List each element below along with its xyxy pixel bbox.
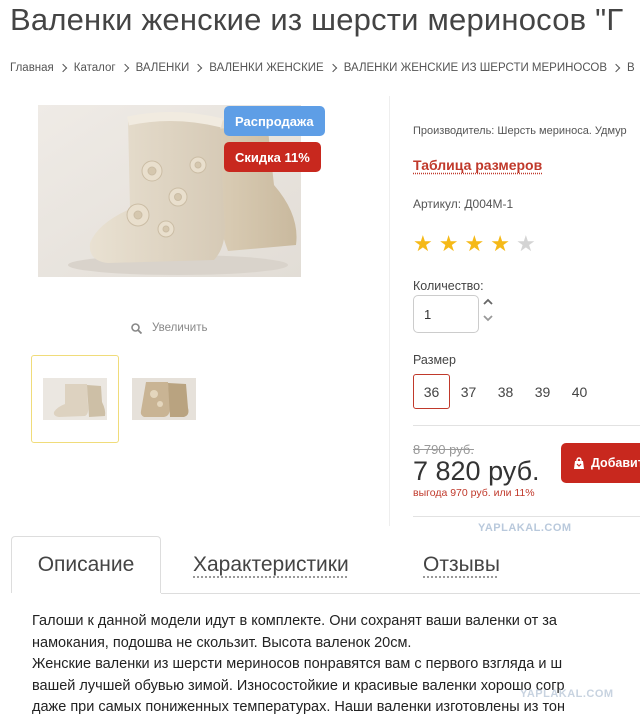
star-icon[interactable]: ★: [464, 233, 484, 255]
breadcrumb-home[interactable]: Главная: [10, 62, 54, 74]
quantity-stepper[interactable]: [483, 297, 493, 323]
description-line: Женские валенки из шерсти мериносов понр…: [32, 656, 563, 672]
tab-label: Характеристики: [193, 552, 349, 576]
size-selector: 36 37 38 39 40: [413, 374, 598, 409]
rating-stars[interactable]: ★ ★ ★ ★ ★: [413, 233, 536, 255]
tabs-underline: [161, 593, 640, 594]
zoom-label: Увеличить: [152, 322, 208, 334]
tab-reviews[interactable]: Отзывы: [423, 536, 500, 593]
quantity-input[interactable]: [413, 295, 479, 333]
tab-label: Описание: [37, 553, 135, 576]
breadcrumb-valenki[interactable]: ВАЛЕНКИ: [136, 62, 190, 74]
breadcrumb-valenki-merino[interactable]: ВАЛЕНКИ ЖЕНСКИЕ ИЗ ШЕРСТИ МЕРИНОСОВ: [344, 62, 607, 74]
chevron-right-icon: [194, 63, 203, 73]
description-line: Галоши к данной модели идут в комплекте.…: [32, 613, 557, 629]
star-icon[interactable]: ★: [490, 233, 510, 255]
quantity-label: Количество:: [413, 279, 484, 293]
description-line: даже при самых пониженных температурах. …: [32, 699, 566, 715]
size-option-37[interactable]: 37: [450, 374, 487, 409]
chevron-right-icon: [120, 63, 129, 73]
price-divider-bottom: [413, 516, 640, 517]
chevron-right-icon: [611, 63, 621, 73]
tab-description[interactable]: Описание: [11, 536, 161, 593]
breadcrumb: Главная Каталог ВАЛЕНКИ ВАЛЕНКИ ЖЕНСКИЕ …: [10, 62, 635, 74]
saving-text: выгода 970 руб. или 11%: [413, 487, 535, 499]
thumbnail-image: [132, 378, 196, 420]
column-divider: [389, 96, 390, 526]
price: 7 820 руб.: [413, 456, 540, 486]
product-description: Галоши к данной модели идут в комплекте.…: [32, 611, 640, 719]
cart-icon: [574, 456, 584, 469]
description-line: намокания, подошва не скользит. Высота в…: [32, 634, 412, 651]
tab-label: Отзывы: [423, 552, 500, 576]
size-table-link[interactable]: Таблица размеров: [413, 157, 542, 173]
chevron-up-icon[interactable]: [483, 297, 493, 307]
zoom-link[interactable]: Увеличить: [131, 322, 207, 334]
chevron-right-icon: [328, 63, 337, 73]
add-to-cart-button[interactable]: Добавит: [561, 443, 640, 483]
tab-characteristics[interactable]: Характеристики: [193, 536, 349, 593]
size-option-38[interactable]: 38: [487, 374, 524, 409]
size-option-39[interactable]: 39: [524, 374, 561, 409]
thumbnail-2[interactable]: [120, 355, 208, 443]
price-divider-top: [413, 425, 640, 426]
chevron-right-icon: [58, 63, 68, 73]
star-icon[interactable]: ★: [439, 233, 459, 255]
size-option-36[interactable]: 36: [413, 374, 450, 409]
chevron-down-icon[interactable]: [483, 313, 493, 323]
search-icon: [131, 322, 142, 334]
size-option-40[interactable]: 40: [561, 374, 598, 409]
page-title: Валенки женские из шерсти мериносов "Г: [10, 2, 624, 37]
watermark: YAPLAKAL.COM: [520, 688, 614, 700]
breadcrumb-valenki-women[interactable]: ВАЛЕНКИ ЖЕНСКИЕ: [209, 62, 323, 74]
size-label: Размер: [413, 353, 456, 367]
breadcrumb-catalog[interactable]: Каталог: [74, 62, 116, 74]
thumbnail-1[interactable]: [31, 355, 119, 443]
watermark: YAPLAKAL.COM: [478, 522, 572, 534]
star-icon[interactable]: ★: [516, 233, 536, 255]
old-price: 8 790 руб.: [413, 442, 474, 457]
add-to-cart-label: Добавит: [591, 456, 640, 470]
breadcrumb-current[interactable]: В: [627, 62, 635, 74]
manufacturer: Производитель: Шерсть мериноса. Удмур: [413, 125, 627, 137]
thumbnail-image: [43, 378, 107, 420]
discount-badge: Скидка 11%: [224, 142, 321, 172]
star-icon[interactable]: ★: [413, 233, 433, 255]
sale-badge: Распродажа: [224, 106, 325, 136]
article-number: Артикул: Д004М-1: [413, 197, 514, 211]
